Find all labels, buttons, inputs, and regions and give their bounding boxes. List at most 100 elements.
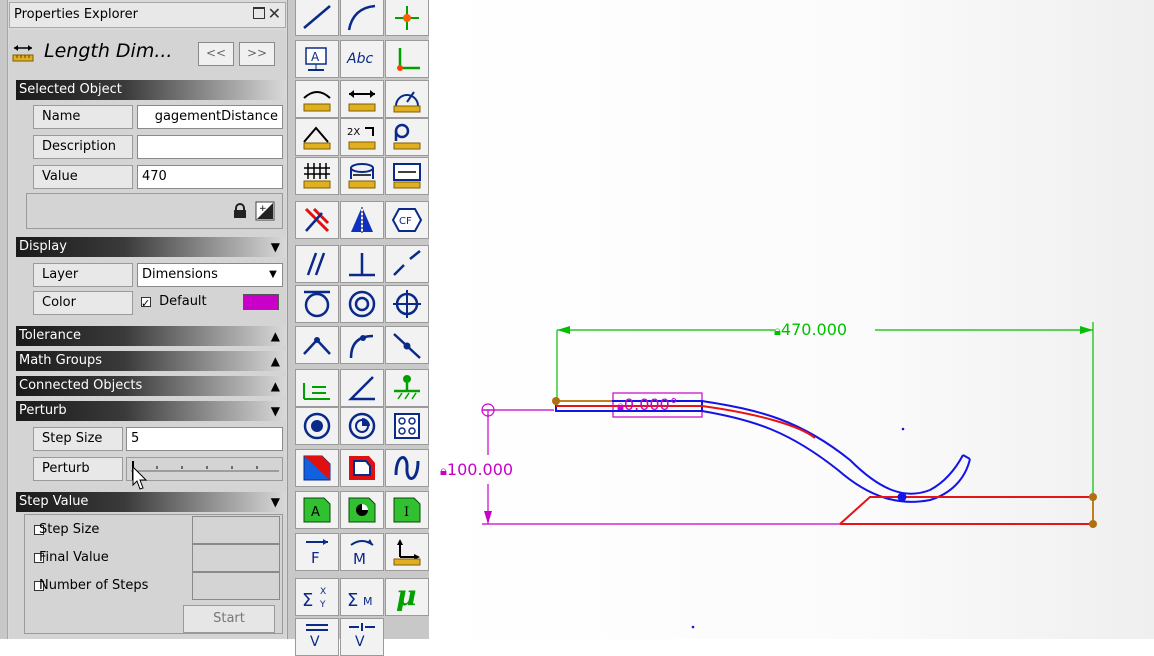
- panel-splitter[interactable]: [0, 0, 8, 639]
- length-dimension-button[interactable]: [340, 80, 384, 118]
- angle-icon: [347, 376, 375, 401]
- pattern-dimension-button[interactable]: [295, 157, 339, 195]
- final-value-option-label: Final Value: [39, 550, 109, 565]
- final-value-field[interactable]: [192, 544, 280, 572]
- target-point-button[interactable]: [295, 407, 339, 445]
- crosshair-circle-icon: [393, 290, 421, 318]
- curve-point-constraint-button[interactable]: [340, 326, 384, 364]
- angle-dimension-button[interactable]: [295, 118, 339, 156]
- tangent-icon: [304, 290, 330, 318]
- description-field[interactable]: [137, 135, 283, 159]
- friction-mu-button[interactable]: μ: [385, 578, 429, 616]
- coordinate-frame-button[interactable]: [385, 533, 429, 571]
- tangent-constraint-button[interactable]: [295, 285, 339, 323]
- drawing-canvas[interactable]: 🔒︎470.000 🔒︎100.000 🔒︎0.000°: [430, 0, 1154, 639]
- sum-xy-button[interactable]: ΣXY: [295, 578, 339, 616]
- ground-icon: [394, 375, 420, 400]
- radius-dimension-button[interactable]: [385, 80, 429, 118]
- section-connected-objects[interactable]: Connected Objects ▲: [16, 376, 286, 396]
- default-color-checkbox[interactable]: [141, 293, 151, 315]
- pattern-points-button[interactable]: [385, 407, 429, 445]
- scale-dimension-button[interactable]: 2X: [340, 118, 384, 156]
- line-tool-button[interactable]: [295, 0, 339, 36]
- coincident-feature-button[interactable]: CF: [385, 201, 429, 239]
- force-button[interactable]: F: [295, 533, 339, 571]
- moment-button[interactable]: M: [340, 533, 384, 571]
- arc-tool-button[interactable]: [340, 0, 384, 36]
- point-on-line-button[interactable]: [385, 326, 429, 364]
- curve-point-icon: [349, 334, 374, 359]
- layer-select[interactable]: Dimensions ▼: [137, 263, 283, 287]
- center-constraint-button[interactable]: [385, 285, 429, 323]
- arc-dimension-button[interactable]: [295, 80, 339, 118]
- collapse-arrow-icon[interactable]: ▼: [271, 492, 280, 512]
- reference-cross-button[interactable]: [295, 201, 339, 239]
- vertical-dimension-label[interactable]: 🔒︎100.000: [440, 460, 513, 479]
- coordinate-system-button[interactable]: [385, 40, 429, 78]
- dropdown-arrow-icon[interactable]: ▼: [266, 264, 280, 286]
- color-swatch[interactable]: [243, 294, 279, 310]
- svg-text:I: I: [404, 505, 409, 520]
- sum-m-button[interactable]: ΣM: [340, 578, 384, 616]
- section-tolerance[interactable]: Tolerance ▲: [16, 326, 286, 346]
- lock-icon[interactable]: [233, 203, 247, 219]
- dock-icon[interactable]: [253, 7, 265, 19]
- svg-text:CF: CF: [399, 216, 412, 227]
- horizontal-dimension-label[interactable]: 🔒︎470.000: [774, 320, 847, 339]
- panel-titlebar: Properties Explorer ✕: [9, 2, 286, 28]
- ground-constraint-button[interactable]: [385, 369, 429, 407]
- input-a-button[interactable]: A: [295, 491, 339, 529]
- spline-button[interactable]: [385, 449, 429, 487]
- next-object-button[interactable]: >>: [239, 42, 275, 66]
- collinear-constraint-button[interactable]: [385, 245, 429, 283]
- start-button[interactable]: Start: [183, 605, 275, 633]
- step-size-option-label: Step Size: [39, 522, 100, 537]
- section-step-value[interactable]: Step Value ▼: [16, 492, 286, 512]
- name-field[interactable]: gagementDistance: [137, 105, 283, 129]
- vertex-constraint-button[interactable]: [295, 326, 339, 364]
- section-math-groups[interactable]: Math Groups ▲: [16, 351, 286, 371]
- cylinder-dimension-button[interactable]: [340, 157, 384, 195]
- value-field[interactable]: 470: [137, 165, 283, 189]
- input-i-button[interactable]: I: [385, 491, 429, 529]
- section-selected-object[interactable]: Selected Object: [16, 80, 286, 100]
- relative-velocity-button[interactable]: V: [340, 618, 384, 656]
- point-tool-button[interactable]: [385, 0, 429, 36]
- prev-object-button[interactable]: <<: [198, 42, 234, 66]
- perpendicular-constraint-button[interactable]: [340, 245, 384, 283]
- close-icon[interactable]: ✕: [268, 4, 281, 23]
- abc-text-button[interactable]: Abc: [340, 40, 384, 78]
- concentric-constraint-button[interactable]: [340, 285, 384, 323]
- expression-icon[interactable]: +: [255, 201, 275, 221]
- angle-constraint-button[interactable]: [340, 369, 384, 407]
- symmetry-button[interactable]: [340, 201, 384, 239]
- section-display[interactable]: Display ▼: [16, 237, 286, 257]
- collapse-arrow-icon[interactable]: ▼: [271, 237, 280, 257]
- lock-row: +: [26, 193, 283, 229]
- angle-dimension-label[interactable]: 🔒︎0.000°: [617, 395, 678, 414]
- cross-reference-icon: [304, 207, 330, 233]
- number-of-steps-option-label: Number of Steps: [39, 578, 149, 593]
- expand-arrow-icon[interactable]: ▲: [271, 351, 280, 371]
- profile-button[interactable]: [340, 449, 384, 487]
- text-annotation-button[interactable]: A: [295, 40, 339, 78]
- vertex-icon: [303, 337, 331, 355]
- collapse-arrow-icon[interactable]: ▼: [271, 401, 280, 421]
- width-dimension-button[interactable]: [385, 157, 429, 195]
- step-size-value-field[interactable]: [192, 516, 280, 544]
- parallel-constraint-button[interactable]: [295, 245, 339, 283]
- expand-arrow-icon[interactable]: ▲: [271, 326, 280, 346]
- offset-constraint-button[interactable]: [295, 369, 339, 407]
- anchor-point-right-top: [1089, 493, 1097, 501]
- velocity-button[interactable]: V: [295, 618, 339, 656]
- rigid-set-button[interactable]: [295, 449, 339, 487]
- pie-target-button[interactable]: [340, 407, 384, 445]
- input-center-button[interactable]: [340, 491, 384, 529]
- panel-title: Properties Explorer: [14, 7, 138, 22]
- section-perturb[interactable]: Perturb ▼: [16, 401, 286, 421]
- pitch-dimension-button[interactable]: [385, 118, 429, 156]
- step-size-field[interactable]: 5: [126, 427, 283, 451]
- expand-arrow-icon[interactable]: ▲: [271, 376, 280, 396]
- number-of-steps-field[interactable]: [192, 572, 280, 600]
- lower-profile-top: [839, 496, 1093, 525]
